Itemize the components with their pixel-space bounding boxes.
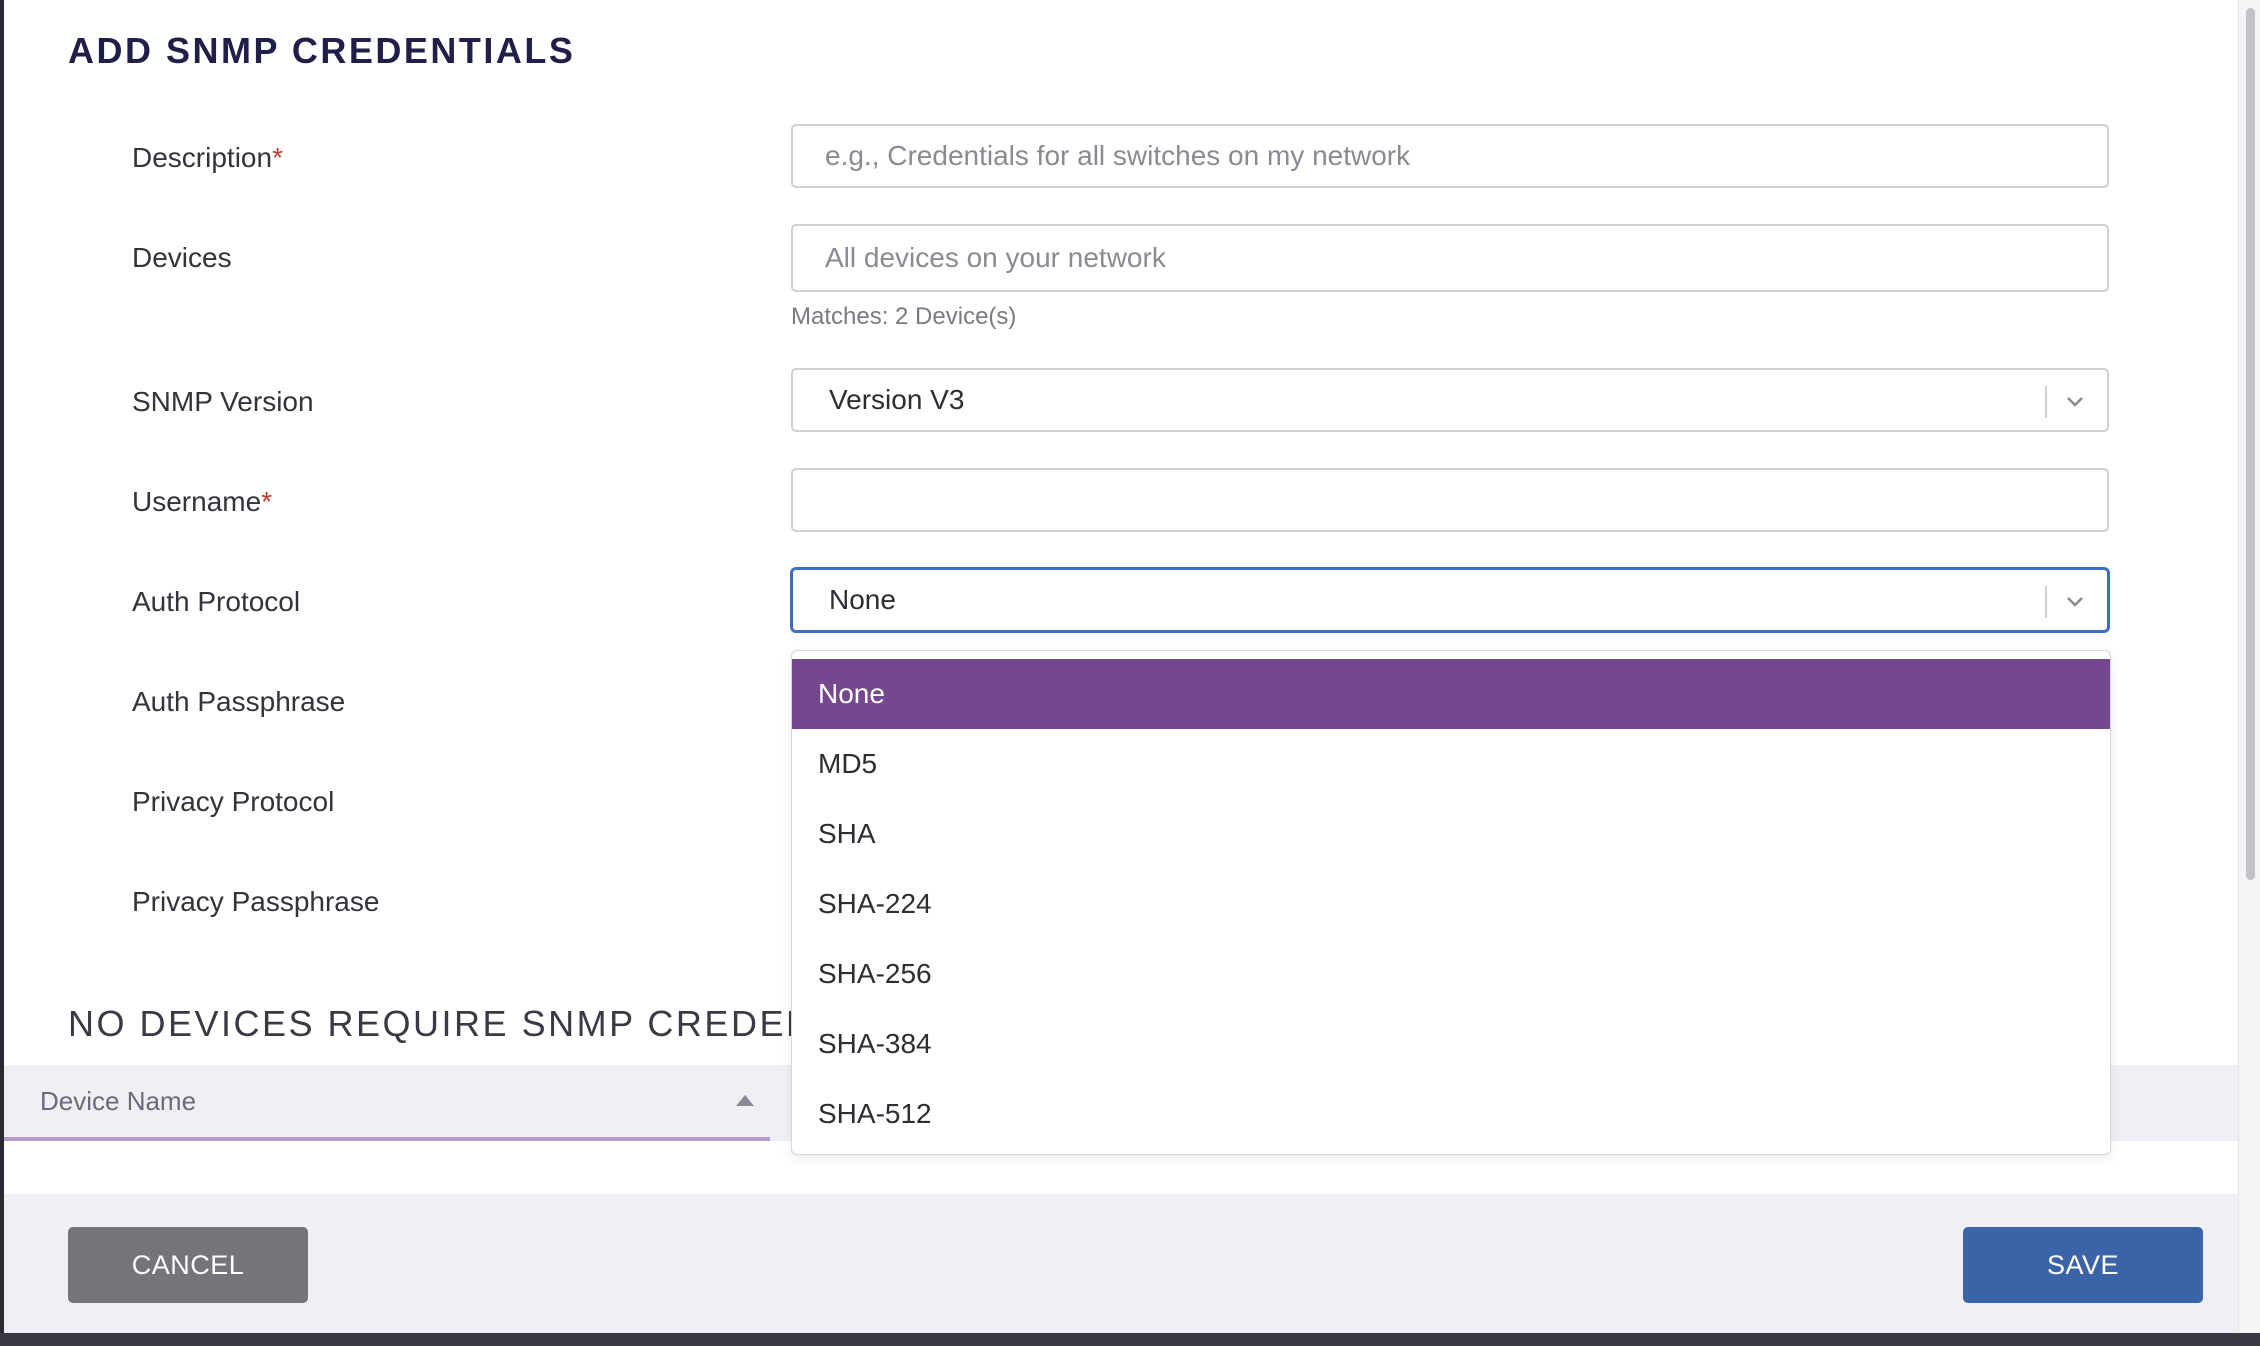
description-field[interactable]: e.g., Credentials for all switches on my… (791, 124, 2109, 188)
devices-placeholder: All devices on your network (825, 242, 1166, 273)
description-placeholder: e.g., Credentials for all switches on my… (825, 140, 1411, 171)
add-snmp-credentials-dialog: ADD SNMP CREDENTIALS Description* e.g., … (4, 0, 2246, 1333)
required-mark: * (272, 142, 283, 173)
auth-passphrase-label: Auth Passphrase (132, 686, 346, 717)
dropdown-option-sha-256[interactable]: SHA-256 (792, 939, 2110, 1009)
devices-label: Devices (132, 242, 232, 273)
username-label: Username* (132, 486, 272, 518)
dialog-title: ADD SNMP CREDENTIALS (68, 30, 576, 71)
sort-ascending-icon[interactable] (736, 1095, 754, 1106)
description-label-text: Description (132, 142, 273, 173)
username-label-text: Username (132, 486, 262, 517)
devices-match-hint: Matches: 2 Device(s) (791, 303, 1017, 330)
dropdown-option-none[interactable]: None (792, 659, 2110, 729)
privacy-passphrase-label: Privacy Passphrase (132, 886, 380, 917)
chevron-down-icon[interactable] (2061, 388, 2089, 416)
snmp-version-value: Version V3 (829, 384, 965, 415)
chevron-down-icon[interactable] (2061, 588, 2089, 616)
scrollbar-thumb[interactable] (2246, 8, 2255, 880)
dropdown-option-md5[interactable]: MD5 (792, 729, 2110, 799)
save-button[interactable]: SAVE (1963, 1227, 2203, 1303)
auth-protocol-value: None (829, 584, 896, 615)
dialog-footer: CANCEL SAVE (4, 1194, 2242, 1333)
dropdown-option-sha[interactable]: SHA (792, 799, 2110, 869)
description-label: Description* (132, 142, 283, 174)
dropdown-option-sha-224[interactable]: SHA-224 (792, 869, 2110, 939)
select-separator (2045, 386, 2047, 418)
dropdown-option-sha-512[interactable]: SHA-512 (792, 1079, 2110, 1149)
required-mark: * (261, 486, 273, 517)
auth-protocol-select[interactable]: None (791, 568, 2109, 632)
auth-protocol-label: Auth Protocol (132, 586, 301, 617)
column-header-label: Device Name (40, 1085, 197, 1116)
select-separator (2045, 586, 2047, 618)
backdrop-bottom (0, 1333, 2260, 1346)
column-header-device-name[interactable]: Device Name (4, 1065, 770, 1141)
auth-protocol-dropdown-menu: None MD5 SHA SHA-224 SHA-256 SHA-384 SHA… (791, 650, 2111, 1155)
username-field[interactable] (791, 468, 2109, 532)
cancel-button[interactable]: CANCEL (68, 1227, 308, 1303)
privacy-protocol-label: Privacy Protocol (132, 786, 335, 817)
scrollbar[interactable] (2238, 0, 2260, 1340)
devices-field[interactable]: All devices on your network (791, 224, 2109, 292)
dropdown-option-sha-384[interactable]: SHA-384 (792, 1009, 2110, 1079)
snmp-version-label: SNMP Version (132, 386, 314, 417)
snmp-version-select[interactable]: Version V3 (791, 368, 2109, 432)
